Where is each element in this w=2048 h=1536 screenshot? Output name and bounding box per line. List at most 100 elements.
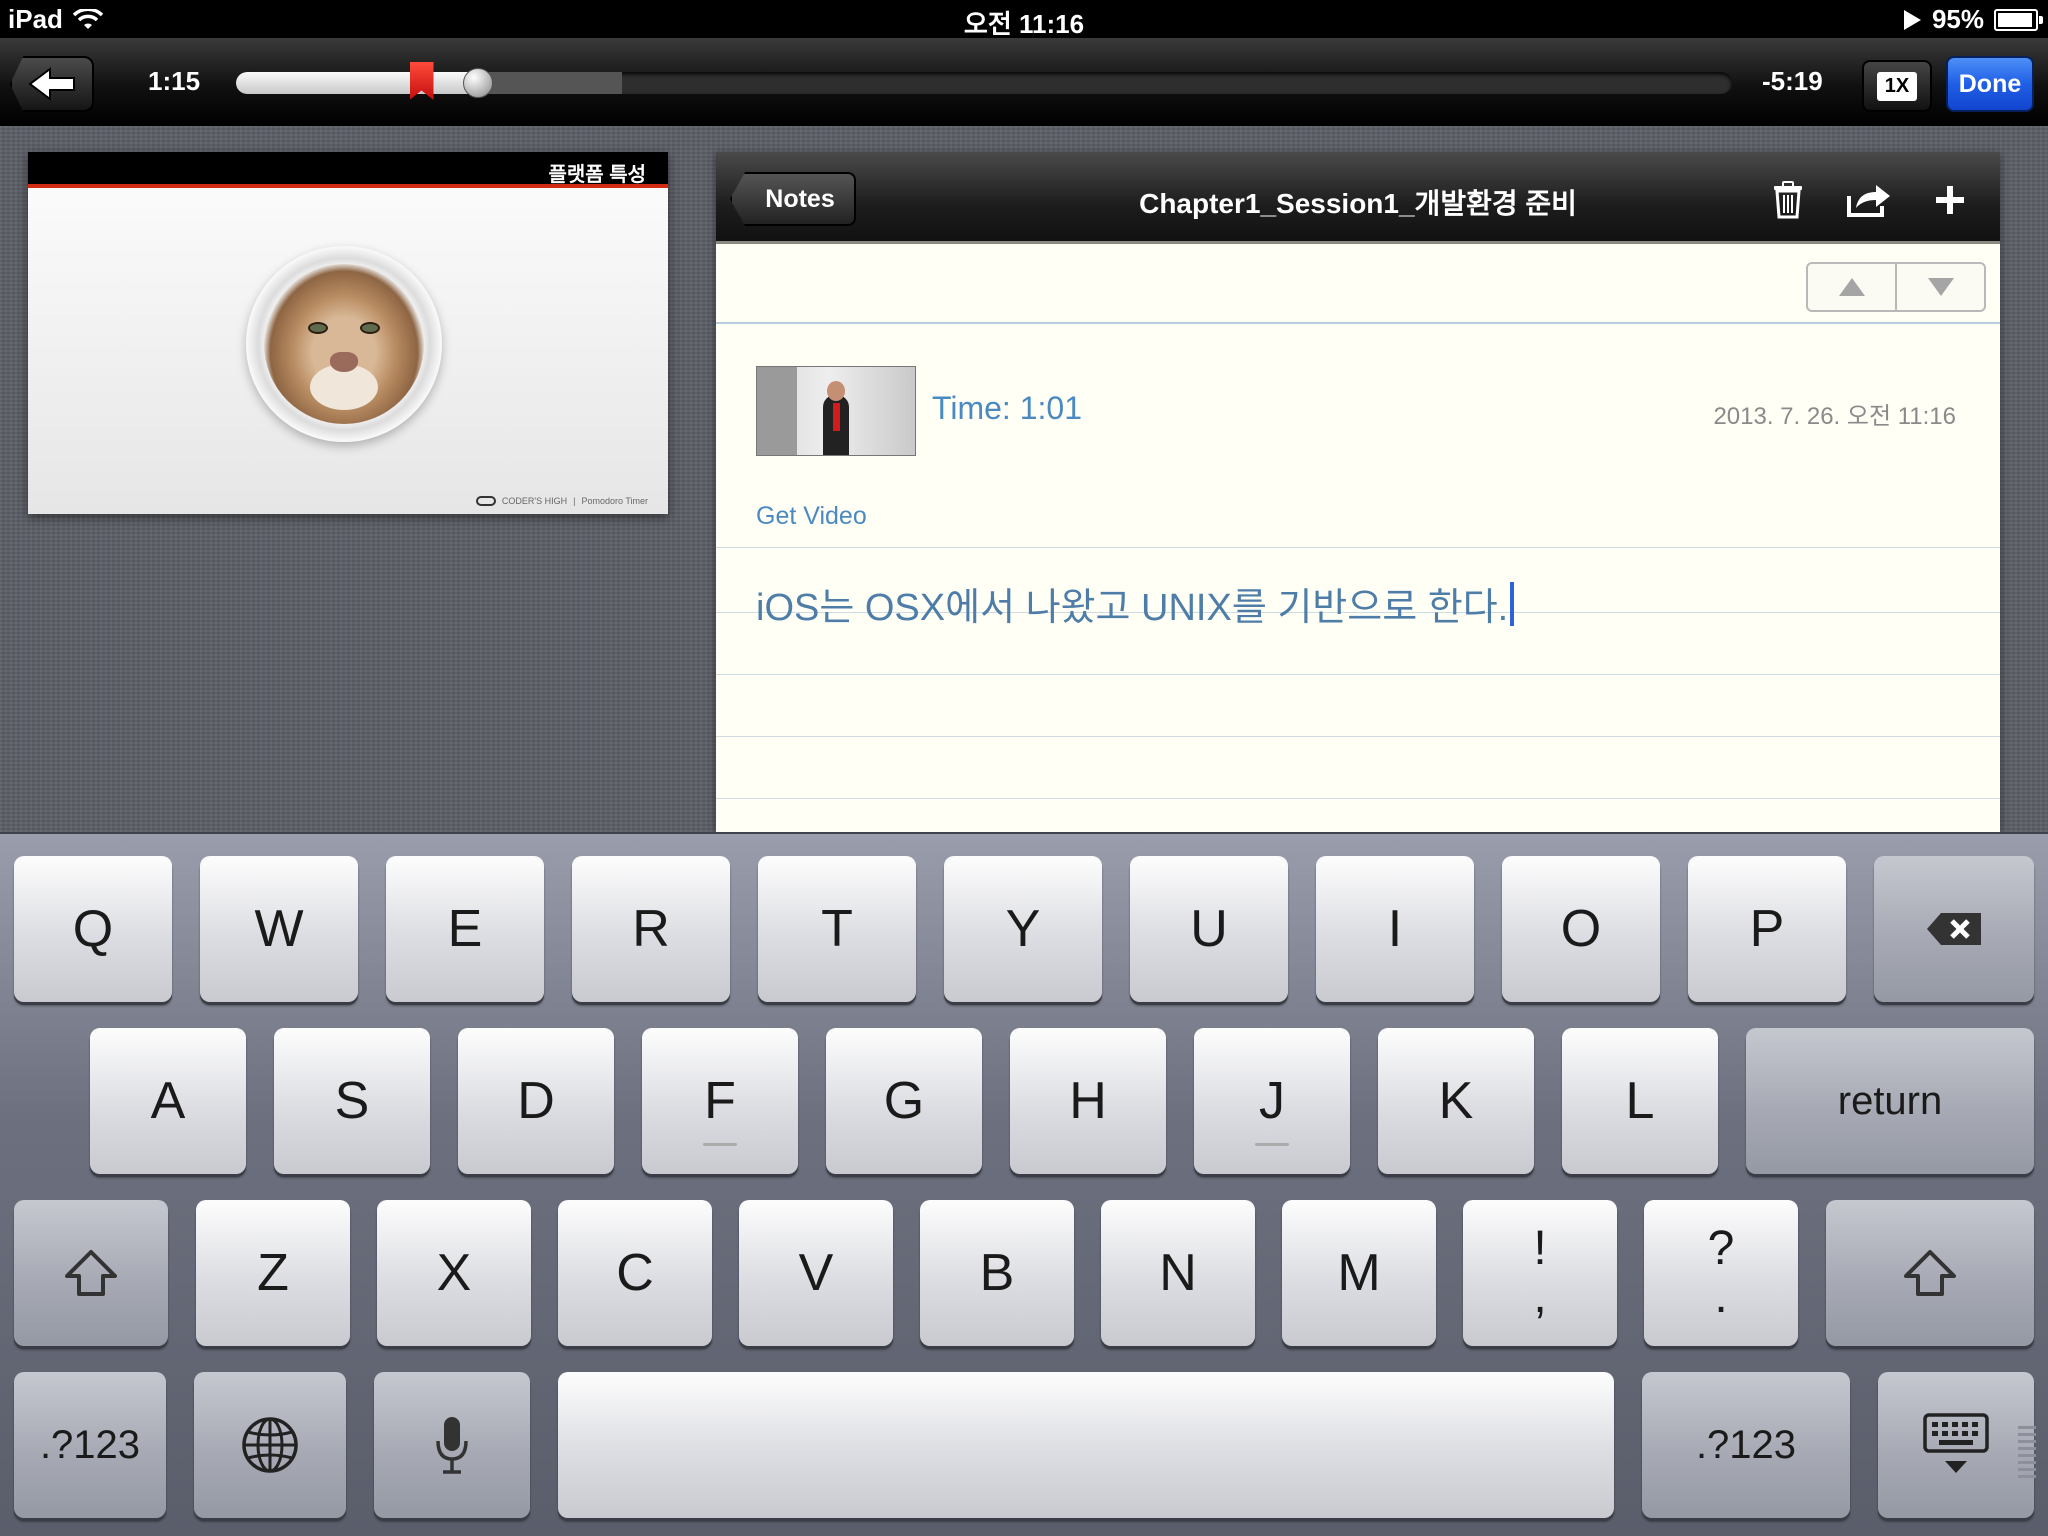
shift-key-left[interactable] bbox=[14, 1200, 168, 1346]
slide-preview[interactable]: 플랫폼 특성 CODER'S HIGH | Pomodoro Timer bbox=[28, 152, 668, 514]
notes-back-button[interactable]: Notes bbox=[730, 172, 856, 226]
home-row-marker bbox=[1255, 1143, 1289, 1146]
delete-key[interactable] bbox=[1874, 856, 2034, 1002]
key-a[interactable]: A bbox=[90, 1028, 246, 1174]
key-j[interactable]: J bbox=[1194, 1028, 1350, 1174]
key-period-label: . bbox=[1714, 1270, 1728, 1323]
battery-icon bbox=[1994, 8, 2043, 31]
note-nav-arrows bbox=[1806, 262, 1986, 312]
coders-high-logo-icon bbox=[475, 496, 496, 506]
key-m[interactable]: M bbox=[1282, 1200, 1436, 1346]
key-y[interactable]: Y bbox=[944, 856, 1102, 1002]
status-bar: iPad 오전 11:16 95% bbox=[0, 0, 2048, 39]
key-k[interactable]: K bbox=[1378, 1028, 1534, 1174]
key-exclaim-comma[interactable]: ! , bbox=[1463, 1200, 1617, 1346]
key-d[interactable]: D bbox=[458, 1028, 614, 1174]
dictation-key[interactable] bbox=[374, 1372, 530, 1518]
key-v[interactable]: V bbox=[739, 1200, 893, 1346]
speed-button[interactable]: 1X bbox=[1862, 60, 1932, 112]
down-arrow-icon bbox=[1927, 278, 1954, 296]
key-t[interactable]: T bbox=[758, 856, 916, 1002]
lion-face-image bbox=[264, 264, 424, 424]
trash-icon-glyph bbox=[1774, 181, 1802, 219]
lion-eye bbox=[308, 322, 328, 334]
key-s[interactable]: S bbox=[274, 1028, 430, 1174]
up-arrow-icon bbox=[1838, 278, 1865, 296]
key-question-period[interactable]: ? . bbox=[1644, 1200, 1798, 1346]
slide-header-bar: 플랫폼 특성 bbox=[28, 152, 668, 188]
done-button[interactable]: Done bbox=[1946, 56, 2034, 112]
slide-footer-brand: CODER'S HIGH bbox=[501, 496, 568, 506]
status-time: 오전 11:16 bbox=[963, 9, 1085, 39]
next-note-button[interactable] bbox=[1895, 264, 1984, 310]
slide-footer: CODER'S HIGH | Pomodoro Timer bbox=[475, 496, 648, 506]
home-row-marker bbox=[703, 1143, 737, 1146]
note-text-content: iOS는 OSX에서 나왔고 UNIX를 기반으로 한다. bbox=[756, 587, 1509, 629]
remaining-time: -5:19 bbox=[1762, 66, 1823, 96]
keyboard-grip-icon[interactable] bbox=[2018, 1426, 2036, 1478]
key-h[interactable]: H bbox=[1010, 1028, 1166, 1174]
back-button[interactable] bbox=[10, 56, 94, 112]
key-e[interactable]: E bbox=[386, 856, 544, 1002]
numbers-key-left[interactable]: .?123 bbox=[14, 1372, 166, 1518]
back-arrow-icon bbox=[28, 67, 75, 101]
key-u[interactable]: U bbox=[1130, 856, 1288, 1002]
globe-icon bbox=[242, 1417, 298, 1473]
lion-eye bbox=[360, 322, 380, 334]
space-key[interactable] bbox=[558, 1372, 1614, 1518]
battery-percent: 95% bbox=[1931, 4, 1984, 34]
microphone-icon bbox=[436, 1417, 468, 1474]
key-i[interactable]: I bbox=[1316, 856, 1474, 1002]
backspace-icon bbox=[1927, 913, 1981, 945]
text-caret bbox=[1510, 581, 1515, 626]
key-p[interactable]: P bbox=[1688, 856, 1846, 1002]
bookmark-icon[interactable] bbox=[409, 62, 434, 100]
lion-nose bbox=[330, 352, 358, 372]
key-l[interactable]: L bbox=[1562, 1028, 1718, 1174]
key-q[interactable]: Q bbox=[14, 856, 172, 1002]
key-b[interactable]: B bbox=[920, 1200, 1074, 1346]
key-z[interactable]: Z bbox=[196, 1200, 350, 1346]
get-video-link[interactable]: Get Video bbox=[756, 502, 867, 531]
line-rule bbox=[716, 674, 2000, 675]
note-time-link[interactable]: Time: 1:01 bbox=[932, 390, 1082, 427]
key-w[interactable]: W bbox=[200, 856, 358, 1002]
globe-key[interactable] bbox=[194, 1372, 346, 1518]
thumb-person-head bbox=[827, 381, 845, 401]
notes-title: Chapter1_Session1_개발환경 준비 bbox=[1139, 188, 1577, 219]
note-text-editor[interactable]: iOS는 OSX에서 나왔고 UNIX를 기반으로 한다. bbox=[756, 576, 1515, 631]
key-g[interactable]: G bbox=[826, 1028, 982, 1174]
numbers-key-right[interactable]: .?123 bbox=[1642, 1372, 1850, 1518]
shift-icon bbox=[65, 1250, 117, 1296]
slide-footer-sub: Pomodoro Timer bbox=[581, 496, 648, 506]
key-f-label: F bbox=[704, 1072, 736, 1130]
previous-note-button[interactable] bbox=[1808, 264, 1895, 310]
mountain-lion-logo bbox=[246, 246, 442, 442]
hide-keyboard-key[interactable] bbox=[1878, 1372, 2034, 1518]
return-key[interactable]: return bbox=[1746, 1028, 2034, 1174]
play-indicator-icon bbox=[1903, 9, 1921, 30]
keyboard-dismiss-icon bbox=[1923, 1413, 1989, 1473]
key-comma-label: , bbox=[1533, 1270, 1547, 1323]
notes-panel: Notes Chapter1_Session1_개발환경 준비 Time: 1:… bbox=[716, 152, 2000, 832]
thumb-dark-area bbox=[757, 367, 797, 455]
key-j-label: J bbox=[1259, 1072, 1285, 1130]
key-exclaim-label: ! bbox=[1533, 1222, 1547, 1275]
key-n[interactable]: N bbox=[1101, 1200, 1255, 1346]
note-date: 2013. 7. 26. 오전 11:16 bbox=[1713, 403, 1956, 430]
shift-key-right[interactable] bbox=[1826, 1200, 2034, 1346]
share-icon[interactable] bbox=[1844, 180, 1894, 220]
key-o[interactable]: O bbox=[1502, 856, 1660, 1002]
key-r[interactable]: R bbox=[572, 856, 730, 1002]
add-note-icon[interactable] bbox=[1930, 180, 1970, 220]
video-thumbnail[interactable] bbox=[756, 366, 916, 456]
scrubber-track[interactable] bbox=[236, 72, 1732, 94]
slide-title: 플랫폼 특성 bbox=[548, 164, 646, 186]
trash-icon[interactable] bbox=[1768, 180, 1808, 220]
thumb-person-shirt bbox=[833, 403, 840, 431]
key-x[interactable]: X bbox=[377, 1200, 531, 1346]
shift-icon bbox=[1904, 1250, 1956, 1296]
share-icon-glyph bbox=[1847, 185, 1890, 217]
key-f[interactable]: F bbox=[642, 1028, 798, 1174]
key-c[interactable]: C bbox=[558, 1200, 712, 1346]
